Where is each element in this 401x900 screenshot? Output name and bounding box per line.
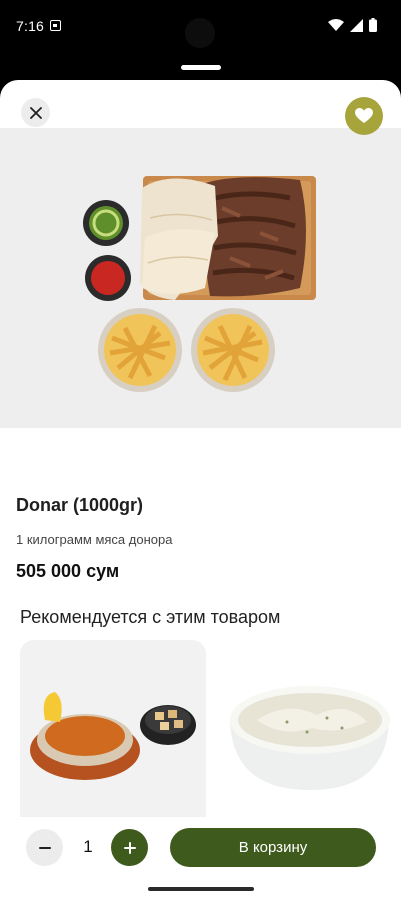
notification-icon — [50, 20, 61, 31]
product-sheet: Donar (1000gr) 1 килограмм мяса донора 5… — [0, 80, 401, 900]
favorite-button[interactable] — [345, 97, 383, 135]
minus-icon — [38, 846, 51, 849]
product-description: 1 килограмм мяса донора — [16, 532, 173, 547]
soup-image — [20, 640, 206, 820]
status-bar: 7:16 — [0, 0, 401, 54]
bottom-action-bar: 1 В корзину — [0, 817, 401, 900]
recommendation-card-soup[interactable] — [20, 640, 206, 820]
status-icons — [328, 18, 377, 32]
product-price: 505 000 сум — [16, 561, 120, 581]
home-indicator[interactable] — [148, 887, 254, 891]
plus-icon — [123, 841, 136, 854]
battery-icon — [369, 18, 377, 32]
product-title: Donar (1000gr) — [16, 495, 144, 515]
product-image — [0, 128, 401, 428]
camera-cutout — [185, 18, 215, 48]
quantity-decrease-button[interactable] — [26, 829, 63, 866]
add-to-cart-button[interactable]: В корзину — [170, 828, 376, 867]
recommendation-card-sauce[interactable] — [217, 640, 401, 820]
close-icon — [29, 106, 42, 119]
sauce-image — [217, 640, 401, 820]
signal-icon — [350, 18, 363, 32]
status-time: 7:16 — [16, 18, 45, 34]
donar-platter-image — [0, 128, 401, 428]
sheet-drag-handle[interactable] — [181, 65, 221, 70]
close-button[interactable] — [21, 98, 50, 127]
quantity-value: 1 — [83, 837, 93, 856]
recommendations-title: Рекомендуется с этим товаром — [20, 607, 281, 627]
heart-icon — [355, 108, 373, 123]
wifi-icon — [328, 18, 344, 31]
quantity-increase-button[interactable] — [111, 829, 148, 866]
